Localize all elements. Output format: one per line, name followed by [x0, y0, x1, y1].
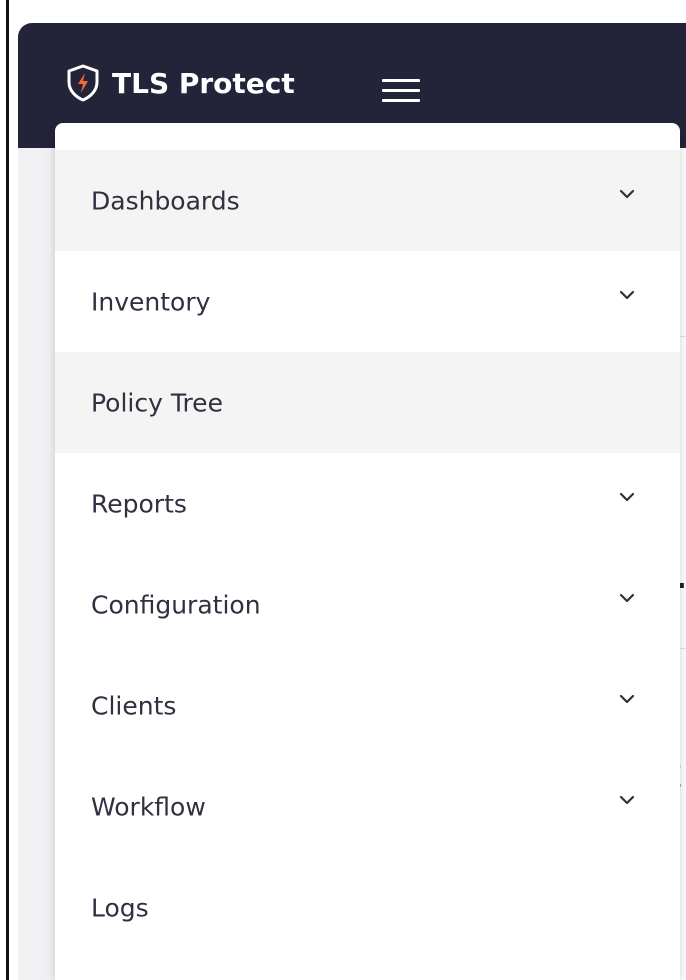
window-border [6, 0, 9, 980]
brand[interactable]: TLS Protect [66, 63, 295, 103]
nav-item-inventory[interactable]: Inventory [55, 251, 680, 352]
chevron-down-icon [619, 694, 635, 704]
nav-item-label: Configuration [91, 590, 261, 619]
nav-item-label: Policy Tree [91, 388, 223, 417]
nav-item-policy-tree[interactable]: Policy Tree [55, 352, 680, 453]
nav-item-label: Logs [91, 893, 149, 922]
chevron-down-icon [619, 795, 635, 805]
navigation-menu: Dashboards Inventory Policy Tree Reports… [55, 123, 680, 980]
nav-item-label: Dashboards [91, 186, 240, 215]
nav-item-label: Reports [91, 489, 187, 518]
nav-item-logs[interactable]: Logs [55, 857, 680, 958]
brand-name: TLS Protect [112, 66, 295, 100]
nav-item-label: Inventory [91, 287, 211, 316]
hamburger-menu-icon[interactable] [382, 79, 424, 105]
nav-item-reports[interactable]: Reports [55, 453, 680, 554]
screen: TLS Protect t 1 ( 2 Dashboards Inventory [0, 0, 686, 980]
nav-item-configuration[interactable]: Configuration [55, 554, 680, 655]
nav-item-workflow[interactable]: Workflow [55, 756, 680, 857]
chevron-down-icon [619, 593, 635, 603]
shield-lightning-icon [67, 64, 99, 102]
chevron-down-icon [619, 290, 635, 300]
nav-item-dashboards[interactable]: Dashboards [55, 150, 680, 251]
chevron-down-icon [619, 492, 635, 502]
nav-item-clients[interactable]: Clients [55, 655, 680, 756]
chevron-down-icon [619, 189, 635, 199]
nav-item-label: Clients [91, 691, 177, 720]
nav-item-label: Workflow [91, 792, 206, 821]
nav-list: Dashboards Inventory Policy Tree Reports… [55, 150, 680, 958]
